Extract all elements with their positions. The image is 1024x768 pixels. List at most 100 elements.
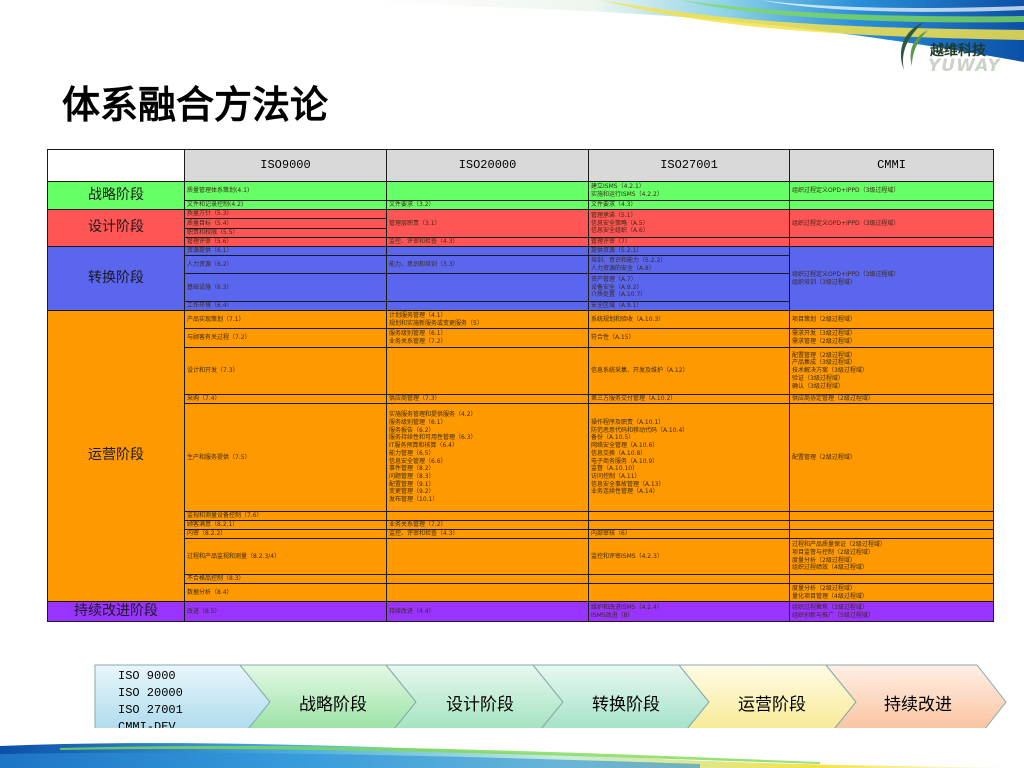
phase-design: 设计阶段 [47, 209, 185, 247]
table-row: 生产和服务提供（7.5） 实施服务管理和提供服务（4.2） 服务级别管理（6.1… [47, 403, 994, 512]
cell-line: 变更管理（9.2） [389, 488, 435, 496]
cell-line: 事件管理（8.2） [389, 465, 435, 473]
table-row: 持续改进阶段 改进（8.5） 持续改进（4.4） 维护和改进ISMS（4.2.4… [47, 601, 994, 622]
table-row: 数据分析（8.4） 度量分析（2级过程域） 量化项目管理（4级过程域） [47, 583, 994, 602]
cell-iso20000 [386, 181, 589, 201]
cell-iso9000: 基础设施（6.3） [184, 273, 387, 302]
cell-iso20000 [386, 538, 589, 575]
phase-strategy: 战略阶段 [47, 181, 185, 210]
cell-iso27001: 建立ISMS（4.2.1） 实施和运行ISMS（4.2.2） [588, 181, 790, 201]
cell-line: 计划服务管理（4.1） [389, 311, 447, 319]
cell-iso27001 [588, 574, 790, 584]
table-row: 内审（8.2.2） 监控、评审和检查（4.3） 内部审核（6） [47, 529, 994, 539]
cell-iso9000: 顾客满意（8.2.1） [184, 520, 387, 530]
cell-iso20000: 能力、意识和培训（3.3） [386, 255, 589, 274]
cell-iso20000 [386, 511, 589, 521]
cell-iso20000: 实施服务管理和提供服务（4.2） 服务级别管理（6.1） 服务报告（6.2） 服… [386, 403, 589, 512]
cell-line: 技术解决方案（3级过程域） [792, 367, 868, 375]
cell-line: 需求开发（3级过程域） [792, 330, 856, 338]
cell-iso9000: 不合格品控制（8.3） [184, 574, 387, 584]
cell-line: 能力管理（6.5） [389, 449, 435, 457]
cell-iso9000: 数据分析（8.4） [184, 583, 387, 602]
cell-iso9000: 质量方针（5.3） [184, 209, 387, 219]
cell-line: 项目监督与控制（2级过程域） [792, 548, 874, 556]
cell-cmmi: 需求开发（3级过程域） 需求管理（2级过程域） [789, 328, 994, 348]
header-cmmi: CMMI [789, 149, 994, 182]
cell-line: 介质处置（A.10.7） [591, 291, 647, 299]
header-iso20000: ISO20000 [386, 149, 589, 182]
footer-banner-decoration [0, 728, 1024, 768]
table-row: 设计阶段 质量方针（5.3） 管理层职责（3.1） 管理承诺（5.1） 信息安全策… [47, 209, 994, 247]
cell-iso27001: 监控和评审ISMS（4.2.3） [588, 538, 790, 575]
cell-line: 组织过程定义OPD+IPPD（3级过程域） [792, 270, 900, 278]
cell-line: 组织过程绩效（4级过程域） [792, 564, 868, 572]
table-corner-cell [47, 149, 185, 182]
cell-cmmi: 组织过程聚焦（3级过程域） 组织创新与推广（5级过程域） [789, 601, 994, 622]
cell-iso9000: 产品实现策划（7.1） [184, 310, 387, 329]
cell-line: 备份（A.10.5） [591, 434, 635, 442]
table-row: 运营阶段 产品实现策划（7.1） 计划服务管理（4.1） 规划和实施新服务或变更服… [47, 310, 994, 602]
cell-line: 信息交换（A.10.8） [591, 449, 647, 457]
cell-iso27001: 培训、意识和能力（5.2.2） 人力资源的安全（A.8） [588, 255, 790, 274]
cell-line: 规划和实施新服务或变更服务（5） [389, 319, 483, 327]
cell-iso20000: 持续改进（4.4） [386, 601, 589, 622]
cell-iso27001: 管理评审（7） [588, 237, 790, 247]
cell-cmmi [789, 237, 994, 247]
cell-iso20000 [386, 301, 589, 311]
logo-swoosh-icon [900, 22, 928, 70]
cell-iso20000: 供应商管理（7.3） [386, 394, 589, 404]
cell-iso27001: 符合性（A.15） [588, 328, 790, 348]
cell-cmmi [789, 511, 994, 521]
cell-iso20000: 计划服务管理（4.1） 规划和实施新服务或变更服务（5） [386, 310, 589, 329]
cell-iso9000: 设计和开发（7.3） [184, 347, 387, 395]
cell-line: 度量分析（2级过程域） [792, 584, 856, 592]
table-row: 采购（7.4） 供应商管理（7.3） 第三方服务交付管理（A.10.2） 供应商… [47, 394, 994, 404]
cell-line: 确认（3级过程域） [792, 382, 844, 390]
cell-iso9000: 采购（7.4） [184, 394, 387, 404]
phase-transition: 转换阶段 [47, 246, 185, 311]
cell-iso27001 [588, 583, 790, 602]
cell-iso9000: 管理评审（5.6） [184, 237, 387, 247]
cell-line: 量化项目管理（4级过程域） [792, 592, 868, 600]
header-banner-decoration [0, 0, 1024, 62]
cell-cmmi [789, 529, 994, 539]
cell-cmmi: 组织过程定义OPD+IPPD（3级过程域） [789, 209, 994, 238]
table-header-row: ISO9000 ISO20000 ISO27001 CMMI [47, 149, 994, 182]
cell-iso9000: 文件和记录控制(4.2) [184, 200, 387, 210]
cell-line: 培训、意识和能力（5.2.2） [591, 256, 667, 264]
cell-line: 服务级别管理（6.1） [389, 330, 447, 338]
cell-cmmi: 配置管理（2级过程域） 产品集成（3级过程域） 技术解决方案（3级过程域） 验证（3级… [789, 347, 994, 395]
cell-line: 发布管理（10.1） [389, 495, 439, 503]
table-row: 监视和测量设备控制（7.6） [47, 511, 994, 521]
cell-line: 资产管理（A.7） [591, 275, 637, 283]
cell-cmmi: 项目策划（2级过程域） [789, 310, 994, 329]
cell-iso9000: 过程和产品监视和测量（8.2.3/4） [184, 538, 387, 575]
cell-cmmi: 配置管理（2级过程域） [789, 403, 994, 512]
cell-cmmi: 度量分析（2级过程域） 量化项目管理（4级过程域） [789, 583, 994, 602]
brand-logo: 越维科技 YUWAY [880, 14, 1020, 76]
cell-iso9000: 质量目标（5.4） [184, 218, 387, 229]
cell-iso9000: 与顾客有关过程（7.2） [184, 328, 387, 348]
flow-step-design: 设计阶段 [446, 695, 514, 715]
cell-iso27001: 内部审核（6） [588, 529, 790, 539]
cell-line: 访问控制（A.11） [591, 472, 641, 480]
flow-standard-item: ISO 27001 [118, 703, 183, 717]
flow-standard-item: ISO 9000 [118, 669, 176, 683]
cell-iso9000: 改进（8.5） [184, 601, 387, 622]
cell-line: 信息安全组织（A.6） [591, 227, 649, 235]
cell-cmmi: 供应商协定管理（2级过程域） [789, 394, 994, 404]
cell-line: 实施和运行ISMS（4.2.2） [591, 191, 663, 198]
cell-iso20000 [386, 347, 589, 395]
cell-iso27001: 第三方服务交付管理（A.10.2） [588, 394, 790, 404]
cell-iso20000: 业务关系管理（7.2） [386, 520, 589, 530]
cell-line: 监督（A.10.10） [591, 465, 639, 473]
cell-line: 服务级别管理（6.1） [389, 419, 447, 427]
phase-operation: 运营阶段 [47, 310, 185, 602]
cell-line: 验证（3级过程域） [792, 374, 844, 382]
cell-iso20000: 监控、评审和检查（4.3） [386, 529, 589, 539]
cell-iso9000: 质量管理体系策划(4.1) [184, 181, 387, 201]
cell-line: 建立ISMS（4.2.1） [591, 183, 645, 191]
header-iso27001: ISO27001 [588, 149, 790, 182]
cell-iso27001: 文件要求（4.3） [588, 200, 790, 210]
cell-iso27001: 管理承诺（5.1） 信息安全策略（A.5） 信息安全组织（A.6） [588, 209, 790, 238]
